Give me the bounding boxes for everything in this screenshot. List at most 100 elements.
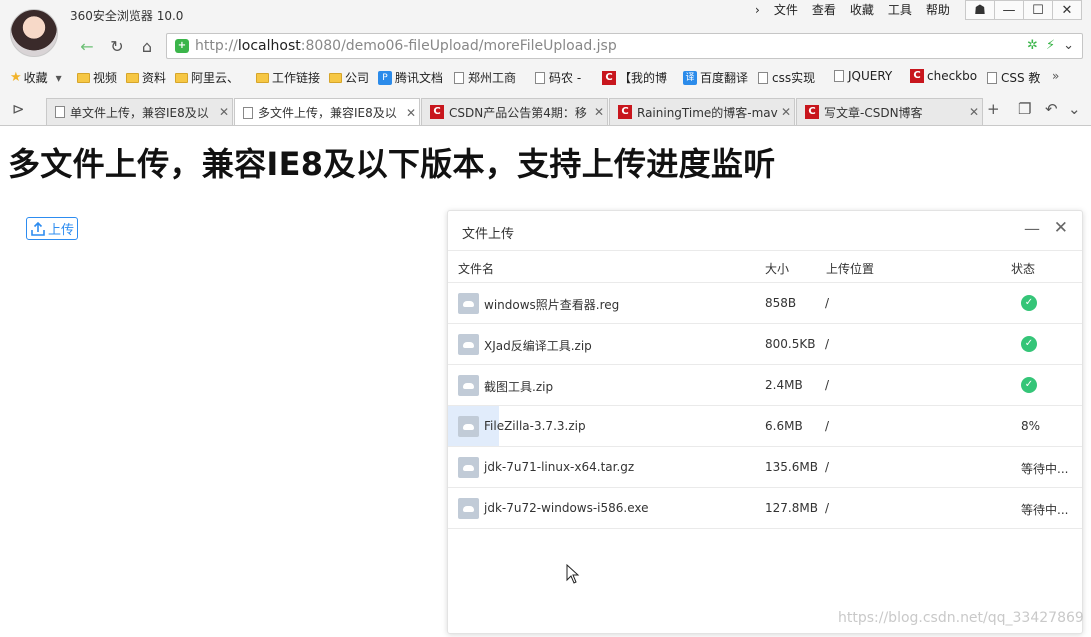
tab-csdn-notice[interactable]: C CSDN产品公告第4期：移 ✕ (421, 98, 608, 125)
close-tab-icon[interactable]: ✕ (591, 105, 607, 119)
file-location: / (825, 296, 830, 310)
bookmark-item[interactable]: 工作链接 (256, 69, 320, 86)
bookmark-item[interactable]: P 腾讯文档 (378, 69, 443, 86)
close-icon[interactable]: ✕ (1054, 218, 1068, 238)
bookmark-item[interactable]: 郑州工商 (454, 69, 516, 86)
check-icon: ✓ (1021, 377, 1037, 393)
file-icon (458, 375, 479, 396)
dropdown-icon[interactable]: ▾ (56, 71, 62, 85)
table-row[interactable]: XJad反编译工具.zip 800.5KB / ✓ (448, 324, 1082, 365)
menu-favorites[interactable]: 收藏 (850, 2, 874, 18)
file-icon (458, 457, 479, 478)
tab-list-icon[interactable]: ❐ (1018, 100, 1031, 118)
check-icon: ✓ (1021, 295, 1037, 311)
upload-button[interactable]: 上传 (26, 217, 79, 240)
upload-panel: 文件上传 — ✕ 文件名 大小 上传位置 状态 windows照片查看器.reg… (447, 210, 1083, 634)
bookmark-item[interactable]: 阿里云、 (175, 69, 239, 86)
folder-icon (126, 72, 139, 83)
column-filename: 文件名 (458, 262, 495, 276)
table-row[interactable]: windows照片查看器.reg 858B / ✓ (448, 283, 1082, 324)
menu-tools[interactable]: 工具 (888, 2, 912, 18)
file-size: 127.8MB (765, 501, 818, 515)
file-name: jdk-7u71-linux-x64.tar.gz (484, 460, 635, 474)
panel-header: 文件上传 — ✕ (448, 211, 1082, 251)
bookmark-item[interactable]: Ccheckbo (910, 69, 977, 83)
page-title: 多文件上传，兼容IE8及以下版本，支持上传进度监听 (8, 145, 776, 183)
shirt-skin-icon[interactable]: ☗ (965, 0, 995, 20)
file-location: / (825, 419, 830, 433)
refresh-icon[interactable]: ↻ (106, 35, 128, 57)
table-row[interactable]: jdk-7u71-linux-x64.tar.gz 135.6MB / 等待中... (448, 447, 1082, 488)
table-row[interactable]: FileZilla-3.7.3.zip 6.6MB / 8% (448, 406, 1082, 447)
bookmark-item[interactable]: 公司 (329, 69, 369, 86)
upload-icon (31, 221, 45, 236)
column-size: 大小 (765, 262, 790, 276)
csdn-icon: C (910, 69, 924, 83)
new-tab-icon[interactable]: + (987, 100, 1000, 118)
menu-bar: › 文件 查看 收藏 工具 帮助 (755, 2, 964, 18)
check-icon: ✓ (1021, 336, 1037, 352)
speed-mode-icon[interactable]: ✲ (1027, 38, 1038, 53)
folder-icon (77, 72, 90, 83)
bookmarks-bar: ★ 收藏 ▾ 视频 资料 阿里云、 工作链接 公司 P 腾讯文档 郑州工商 码农 - … (0, 66, 1091, 88)
table-header: 文件名 大小 上传位置 状态 (448, 251, 1082, 283)
security-shield-icon: + (175, 39, 189, 53)
maximize-icon[interactable]: ☐ (1023, 0, 1053, 20)
bookmark-item[interactable]: css实现 (758, 69, 815, 86)
minimize-icon[interactable]: — (994, 0, 1024, 20)
sidebar-toggle-icon[interactable]: ⊳ (12, 100, 25, 118)
address-bar-actions: ✲ ⚡ ⌄ (1019, 38, 1074, 53)
bookmark-item[interactable]: 码农 - (535, 69, 581, 86)
table-row[interactable]: 截图工具.zip 2.4MB / ✓ (448, 365, 1082, 406)
bookmark-item[interactable]: ★ 收藏 ▾ (10, 69, 62, 86)
bookmark-item[interactable]: JQUERY (834, 69, 892, 83)
minimize-icon[interactable]: — (1024, 219, 1040, 238)
tab-single-upload[interactable]: 单文件上传，兼容IE8及以 ✕ (46, 98, 233, 125)
bookmark-item[interactable]: 译百度翻译 (683, 69, 748, 86)
close-tab-icon[interactable]: ✕ (966, 105, 982, 119)
file-size: 6.6MB (765, 419, 803, 433)
page-icon (834, 70, 844, 82)
close-tab-icon[interactable]: ✕ (403, 106, 419, 120)
address-bar[interactable]: + http://localhost:8080/demo06-fileUploa… (166, 33, 1083, 59)
url-text[interactable]: http://localhost:8080/demo06-fileUpload/… (195, 38, 617, 54)
close-tab-icon[interactable]: ✕ (778, 105, 794, 119)
file-location: / (825, 501, 830, 515)
menu-view[interactable]: 查看 (812, 2, 836, 18)
chevron-down-icon[interactable]: ⌄ (1068, 100, 1081, 118)
mouse-cursor-icon (566, 564, 580, 584)
close-icon[interactable]: ✕ (1052, 0, 1082, 20)
page-icon (535, 71, 545, 84)
menu-file[interactable]: 文件 (774, 2, 798, 18)
chevron-down-icon[interactable]: ⌄ (1063, 38, 1074, 53)
file-name: jdk-7u72-windows-i586.exe (484, 501, 649, 515)
star-icon: ★ (10, 70, 22, 85)
bookmark-item[interactable]: C 【我的博 (602, 69, 667, 86)
upload-button-label: 上传 (48, 223, 75, 238)
undo-close-icon[interactable]: ↶ (1045, 100, 1058, 118)
bookmark-item[interactable]: 视频 (77, 69, 117, 86)
chevron-right-icon[interactable]: › (755, 2, 760, 18)
back-icon[interactable]: ← (76, 35, 98, 57)
bookmark-item[interactable]: CSS 教 (987, 69, 1040, 86)
tab-multi-upload[interactable]: 多文件上传，兼容IE8及以 ✕ (234, 98, 420, 126)
page-icon (987, 71, 997, 84)
menu-help[interactable]: 帮助 (926, 2, 950, 18)
file-list: windows照片查看器.reg 858B / ✓ XJad反编译工具.zip 800.5… (448, 283, 1082, 529)
table-row[interactable]: jdk-7u72-windows-i586.exe 127.8MB / 等待中... (448, 488, 1082, 529)
csdn-icon: C (618, 105, 632, 119)
tab-rainingtime-blog[interactable]: C RainingTime的博客-mav ✕ (609, 98, 795, 125)
file-icon (458, 416, 479, 437)
close-tab-icon[interactable]: ✕ (216, 105, 232, 119)
bookmark-item[interactable]: 资料 (126, 69, 166, 86)
home-icon[interactable]: ⌂ (136, 35, 158, 57)
more-bookmarks-icon[interactable]: » (1052, 69, 1059, 83)
file-name: FileZilla-3.7.3.zip (484, 419, 586, 433)
page-icon (758, 71, 768, 84)
address-row: ← ↻ ⌂ + http://localhost:8080/demo06-fil… (0, 32, 1091, 60)
csdn-icon: C (430, 105, 444, 119)
column-status: 状态 (1011, 262, 1036, 276)
lightning-icon[interactable]: ⚡ (1046, 38, 1055, 53)
tab-write-article[interactable]: C 写文章-CSDN博客 ✕ (796, 98, 983, 125)
file-status: 等待中... (1021, 503, 1069, 517)
